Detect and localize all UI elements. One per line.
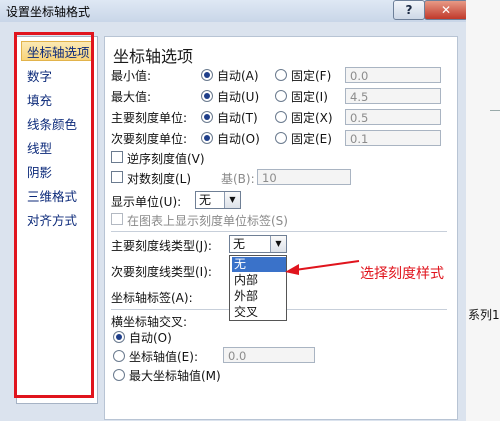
major-value-field[interactable]: 0.5 [345,109,441,125]
close-button[interactable]: ✕ [424,0,468,20]
major-tick-type-label: 主要刻度线类型(J): [111,239,212,253]
chevron-down-icon: ▼ [270,236,286,252]
cross-axis-value-field[interactable]: 0.0 [223,347,315,363]
cross-max-radio[interactable] [113,369,125,381]
dropdown-option-none[interactable]: 无 [232,257,286,272]
major-auto-radio[interactable] [201,111,213,123]
cross-title: 横坐标轴交叉: [111,315,188,329]
dropdown-option-cross[interactable]: 交叉 [232,305,286,320]
window-title: 设置坐标轴格式 [6,5,91,19]
cross-axis-value-label[interactable]: 坐标轴值(E): [129,348,198,365]
display-units-value: 无 [199,193,212,207]
minor-unit-label: 次要刻度单位: [111,132,188,146]
log-scale-label[interactable]: 对数刻度(L) [127,170,191,187]
reverse-order-checkbox[interactable] [111,151,123,163]
log-base-label: 基(B): [221,172,255,186]
show-units-label: 在图表上显示刻度单位标签(S) [127,214,288,228]
chevron-down-icon: ▼ [224,192,240,208]
display-units-select[interactable]: 无 ▼ [195,191,241,209]
cross-max-label[interactable]: 最大坐标轴值(M) [129,367,221,384]
background-divider [490,110,500,111]
log-base-field[interactable]: 10 [257,169,351,185]
divider [111,231,447,232]
max-fixed-label[interactable]: 固定(I) [291,88,328,105]
content-panel: 坐标轴选项 最小值: 自动(A) 固定(F) 0.0 最大值: 自动(U) 固定… [104,36,458,420]
major-tick-type-select[interactable]: 无 ▼ [229,235,287,253]
min-auto-label[interactable]: 自动(A) [217,67,259,84]
major-auto-label[interactable]: 自动(T) [217,109,258,126]
show-units-checkbox[interactable] [111,213,123,225]
annotation-text: 选择刻度样式 [360,266,444,282]
log-scale-checkbox[interactable] [111,171,123,183]
minor-fixed-radio[interactable] [275,132,287,144]
dropdown-option-inside[interactable]: 内部 [232,273,286,288]
min-fixed-radio[interactable] [275,69,287,81]
axis-labels-label: 坐标轴标签(A): [111,291,193,305]
major-unit-label: 主要刻度单位: [111,111,188,125]
tick-type-dropdown-list: 无 内部 外部 交叉 [229,255,287,321]
major-tick-type-value: 无 [233,237,246,251]
help-button[interactable]: ? [393,0,425,20]
cross-auto-radio[interactable] [113,331,125,343]
max-auto-radio[interactable] [201,90,213,102]
minor-auto-label[interactable]: 自动(O) [217,130,260,147]
background-series-label: 系列1 [468,308,500,322]
cross-auto-label[interactable]: 自动(O) [129,329,172,346]
display-units-label: 显示单位(U): [111,195,182,209]
major-fixed-radio[interactable] [275,111,287,123]
minor-value-field[interactable]: 0.1 [345,130,441,146]
max-fixed-radio[interactable] [275,90,287,102]
annotation-arrow-icon [285,260,360,275]
background-area [466,0,500,421]
cross-axis-value-radio[interactable] [113,350,125,362]
dropdown-option-outside[interactable]: 外部 [232,289,286,304]
min-value-field[interactable]: 0.0 [345,67,441,83]
major-fixed-label[interactable]: 固定(X) [291,109,333,126]
minor-fixed-label[interactable]: 固定(E) [291,130,332,147]
red-highlight-box [14,32,94,398]
section-title: 坐标轴选项 [113,47,194,66]
reverse-order-label[interactable]: 逆序刻度值(V) [127,150,205,167]
min-fixed-label[interactable]: 固定(F) [291,67,331,84]
minor-auto-radio[interactable] [201,132,213,144]
max-auto-label[interactable]: 自动(U) [217,88,259,105]
minor-tick-type-label: 次要刻度线类型(I): [111,265,212,279]
min-auto-radio[interactable] [201,69,213,81]
min-label: 最小值: [111,69,152,83]
max-label: 最大值: [111,90,152,104]
max-value-field[interactable]: 4.5 [345,88,441,104]
